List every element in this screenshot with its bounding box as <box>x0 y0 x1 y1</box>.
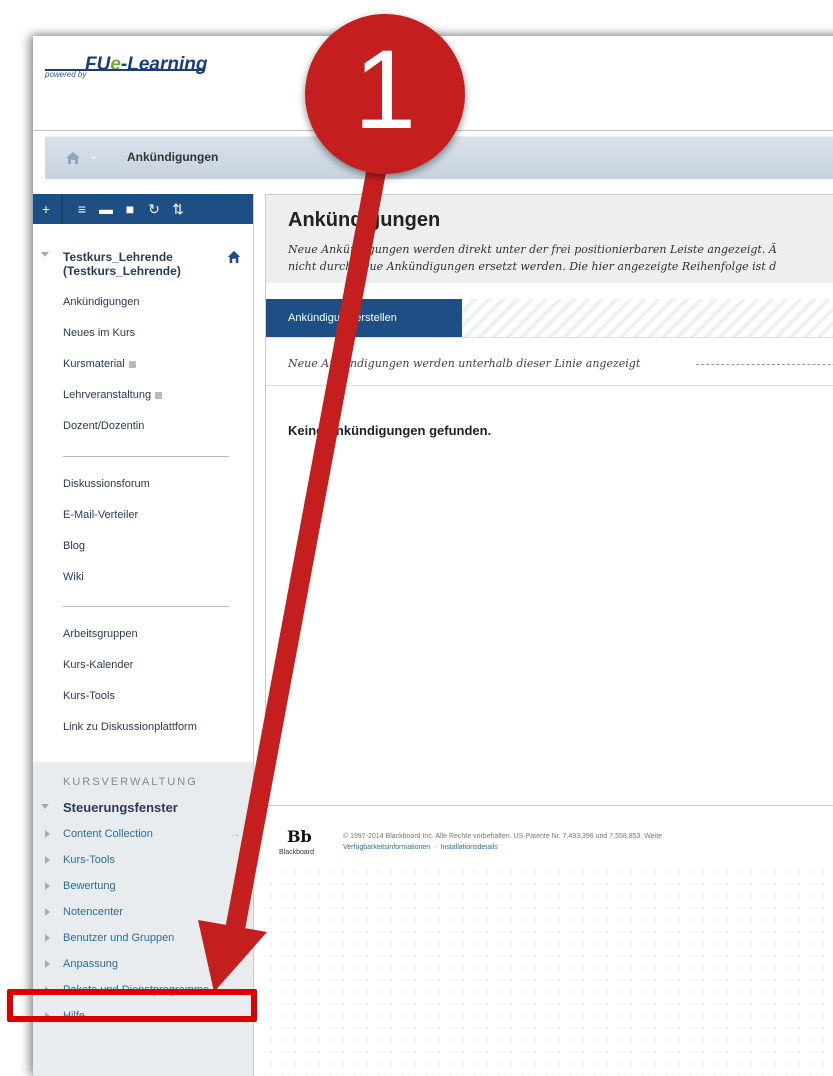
anpassung-highlight-box <box>7 989 257 1022</box>
step-number: 1 <box>353 27 417 152</box>
arrow-shaft <box>224 140 392 935</box>
step-number-badge: 1 <box>305 14 465 174</box>
arrow-head <box>198 920 267 992</box>
